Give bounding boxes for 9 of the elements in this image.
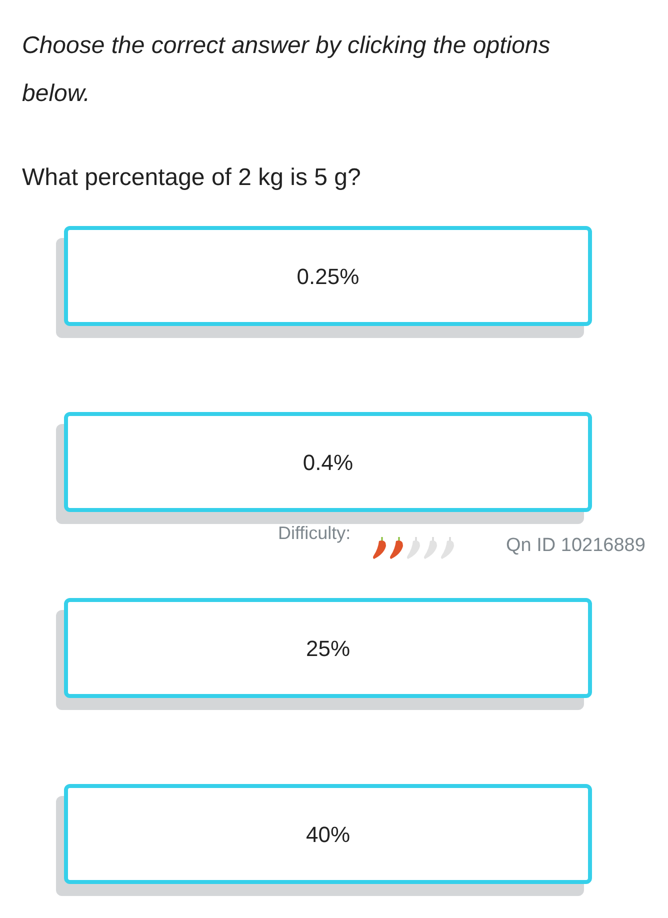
chilli-icon (406, 536, 422, 560)
question-text: What percentage of 2 kg is 5 g? (22, 163, 362, 193)
chilli-icon (372, 536, 388, 560)
chilli-icon (423, 536, 439, 560)
difficulty-label: Difficulty: (278, 522, 351, 545)
question-id: Qn ID 10216889 (506, 534, 646, 558)
instruction-text: Choose the correct answer by clicking the options below. (22, 31, 552, 109)
chilli-icon (389, 536, 405, 560)
chilli-icon (440, 536, 456, 560)
